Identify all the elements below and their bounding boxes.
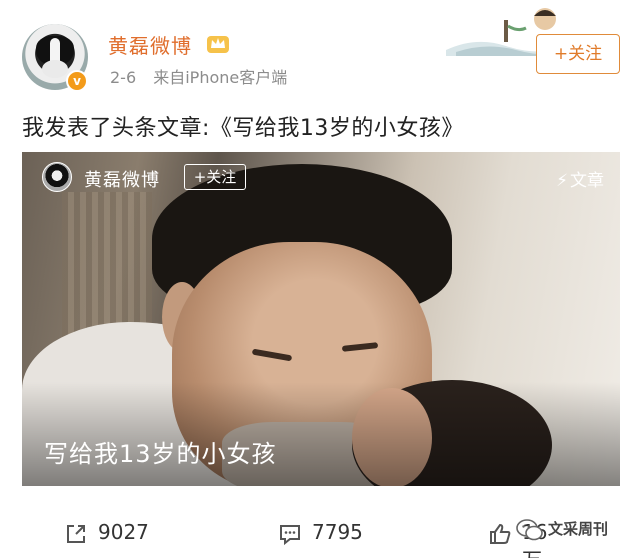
username[interactable]: 黄磊微博 — [108, 30, 192, 59]
like-icon — [490, 523, 511, 544]
post-date: 2-6 — [110, 68, 137, 87]
crown-icon — [207, 36, 229, 53]
follow-button[interactable]: +关注 — [536, 34, 620, 74]
watermark-text: 文采周刊 — [548, 520, 609, 538]
card-avatar[interactable] — [42, 162, 72, 192]
post-source[interactable]: 来自iPhone客户端 — [153, 68, 287, 87]
watermark: 文采周刊 — [516, 512, 636, 548]
share-count: 9027 — [98, 520, 149, 544]
article-tag-label: 文章 — [570, 171, 604, 191]
card-follow-button[interactable]: +关注 — [184, 164, 246, 190]
comment-count: 7795 — [312, 520, 363, 544]
comment-icon — [280, 525, 300, 546]
post-header: v 黄磊微博 2-6 来自iPhone客户端 +关注 — [0, 0, 640, 100]
card-username[interactable]: 黄磊微博 — [84, 166, 160, 192]
article-title[interactable]: 写给我13岁的小女孩 — [44, 434, 277, 469]
wechat-icon — [516, 519, 543, 541]
post-meta: 2-6 来自iPhone客户端 — [110, 64, 287, 88]
share-icon — [67, 525, 85, 543]
post-text[interactable]: 我发表了头条文章:《写给我13岁的小女孩》 — [22, 110, 464, 142]
bolt-icon: ⚡ — [556, 171, 568, 191]
verified-icon: v — [66, 70, 88, 92]
article-tag: ⚡ 文章 — [556, 166, 604, 191]
article-card[interactable]: 黄磊微博 +关注 ⚡ 文章 写给我13岁的小女孩 — [22, 152, 620, 486]
